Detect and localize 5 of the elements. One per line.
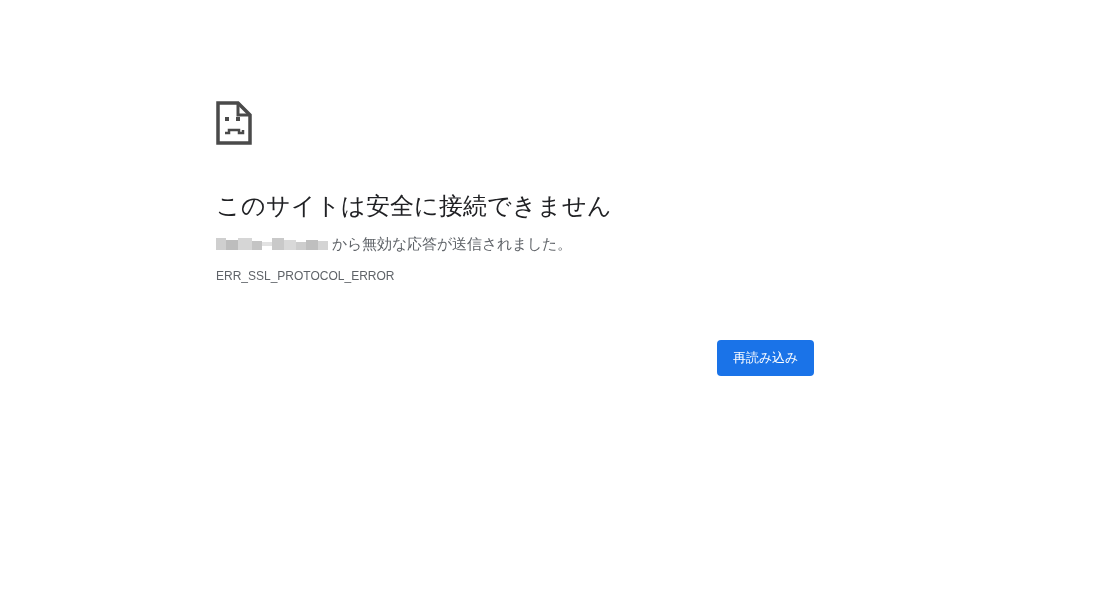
error-message: から無効な応答が送信されました。: [332, 234, 572, 254]
error-code: ERR_SSL_PROTOCOL_ERROR: [216, 268, 396, 284]
sad-page-icon: [216, 101, 252, 145]
error-heading: このサイトは安全に接続できません: [216, 191, 613, 221]
reload-button[interactable]: 再読み込み: [717, 340, 814, 376]
